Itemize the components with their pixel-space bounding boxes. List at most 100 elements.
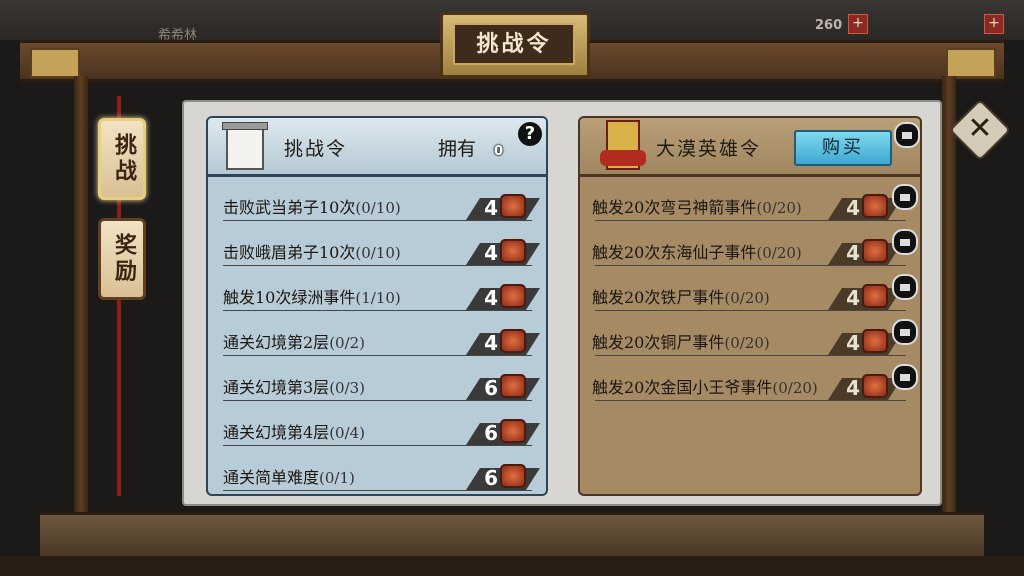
- challenge-panel-title: 挑战令: [284, 138, 348, 160]
- tab-challenge[interactable]: 挑战: [98, 118, 146, 200]
- reward-amount: 4: [846, 331, 860, 355]
- drum-icon: [862, 194, 888, 218]
- reward-amount: 6: [484, 421, 498, 445]
- task-divider: [223, 490, 532, 491]
- task-text: 触发20次东海仙子事件(0/20): [592, 239, 802, 263]
- drum-icon: [500, 464, 526, 488]
- reward-amount: 6: [484, 466, 498, 490]
- bottom-beam: [40, 512, 984, 559]
- bottom-rail: [0, 556, 1024, 576]
- task-progress: (0/2): [329, 334, 366, 352]
- title-plaque: 挑战令: [440, 12, 590, 78]
- task-row: 通关简单难度(0/1) 6: [208, 450, 546, 494]
- task-text: 触发20次铁尸事件(0/20): [592, 284, 770, 308]
- task-progress: (0/10): [355, 244, 401, 262]
- task-text: 触发10次绿洲事件(1/10): [223, 284, 401, 308]
- add-gold-icon[interactable]: +: [984, 14, 1004, 34]
- task-name: 击败峨眉弟子10次: [223, 243, 356, 262]
- reward-amount: 4: [484, 196, 498, 220]
- task-name: 通关幻境第2层: [223, 333, 330, 352]
- lock-icon: [892, 319, 918, 345]
- tab-reward-label: 奖励: [111, 233, 137, 285]
- task-name: 触发20次铁尸事件: [592, 288, 725, 307]
- drum-icon: [500, 329, 526, 353]
- owned-count: 0: [494, 144, 504, 159]
- task-progress: (0/10): [355, 199, 401, 217]
- task-name: 通关幻境第3层: [223, 378, 330, 397]
- frame-post-right: [942, 76, 956, 512]
- drum-icon: [500, 374, 526, 398]
- task-progress: (1/10): [355, 289, 401, 307]
- hero-task-list: 触发20次弯弓神箭事件(0/20) 4 触发20次东海仙子事件(0/20) 4 触发20…: [580, 180, 920, 405]
- task-row: 触发20次弯弓神箭事件(0/20) 4: [580, 180, 920, 225]
- task-row: 通关幻境第3层(0/3) 6: [208, 360, 546, 405]
- task-row: 击败峨眉弟子10次(0/10) 4: [208, 225, 546, 270]
- task-divider: [595, 265, 906, 266]
- hero-panel-title: 大漠英雄令: [656, 138, 762, 160]
- task-text: 击败武当弟子10次(0/10): [223, 194, 401, 218]
- reward-amount: 6: [484, 376, 498, 400]
- task-name: 触发10次绿洲事件: [223, 288, 356, 307]
- reward-amount: 4: [846, 286, 860, 310]
- drum-icon: [862, 239, 888, 263]
- reward-amount: 4: [846, 196, 860, 220]
- task-name: 触发20次金国小王爷事件: [592, 378, 773, 397]
- add-coins-icon[interactable]: +: [848, 14, 868, 34]
- task-row: 触发10次绿洲事件(1/10) 4: [208, 270, 546, 315]
- task-divider: [223, 310, 532, 311]
- task-row: 击败武当弟子10次(0/10) 4: [208, 180, 546, 225]
- task-text: 通关简单难度(0/1): [223, 464, 355, 488]
- task-text: 通关幻境第3层(0/3): [223, 374, 365, 398]
- beam-ornament-left: [30, 48, 80, 78]
- hero-panel-header: 大漠英雄令 购买: [580, 118, 920, 177]
- lock-icon: [892, 184, 918, 210]
- drum-icon: [500, 194, 526, 218]
- task-text: 击败峨眉弟子10次(0/10): [223, 239, 401, 263]
- drum-icon: [500, 419, 526, 443]
- task-name: 触发20次弯弓神箭事件: [592, 198, 757, 217]
- reward-amount: 4: [846, 376, 860, 400]
- task-text: 通关幻境第2层(0/2): [223, 329, 365, 353]
- task-name: 触发20次东海仙子事件: [592, 243, 757, 262]
- task-progress: (0/20): [756, 244, 802, 262]
- lock-icon: [892, 364, 918, 390]
- task-progress: (0/3): [329, 379, 366, 397]
- hero-token-icon: [600, 120, 646, 170]
- hero-panel: 大漠英雄令 购买 触发20次弯弓神箭事件(0/20) 4 触发20次东海仙子事件(0…: [578, 116, 922, 496]
- task-divider: [595, 400, 906, 401]
- buy-button[interactable]: 购买: [794, 130, 892, 166]
- owned-label: 拥有: [438, 138, 477, 160]
- lock-icon: [892, 274, 918, 300]
- task-divider: [223, 400, 532, 401]
- help-icon[interactable]: ?: [518, 122, 542, 146]
- lock-icon: [894, 122, 920, 148]
- task-progress: (0/20): [724, 334, 770, 352]
- task-divider: [223, 355, 532, 356]
- coin-count: 260: [815, 18, 843, 33]
- drum-icon: [862, 374, 888, 398]
- task-text: 触发20次弯弓神箭事件(0/20): [592, 194, 802, 218]
- task-progress: (0/1): [319, 469, 355, 487]
- drum-icon: [862, 329, 888, 353]
- task-divider: [595, 355, 906, 356]
- lock-icon: [892, 229, 918, 255]
- task-divider: [223, 265, 532, 266]
- task-row: 通关幻境第4层(0/4) 6: [208, 405, 546, 450]
- close-button[interactable]: ✕: [948, 98, 1012, 162]
- challenge-task-list: 击败武当弟子10次(0/10) 4 击败峨眉弟子10次(0/10) 4 触发10次绿洲事…: [208, 180, 546, 494]
- beam-ornament-right: [946, 48, 996, 78]
- reward-amount: 4: [484, 331, 498, 355]
- task-progress: (0/20): [756, 199, 802, 217]
- tab-reward[interactable]: 奖励: [98, 218, 146, 300]
- tab-challenge-label: 挑战: [111, 133, 137, 185]
- challenge-panel: 挑战令 拥有 0 ? 击败武当弟子10次(0/10) 4 击败峨眉弟子10次(0/1…: [206, 116, 548, 496]
- reward-amount: 4: [484, 241, 498, 265]
- task-row: 触发20次铁尸事件(0/20) 4: [580, 270, 920, 315]
- task-name: 通关简单难度: [223, 468, 320, 487]
- challenge-panel-header: 挑战令 拥有 0 ?: [208, 118, 546, 177]
- task-progress: (0/20): [772, 379, 818, 397]
- task-name: 通关幻境第4层: [223, 423, 330, 442]
- task-name: 触发20次铜尸事件: [592, 333, 725, 352]
- scroll-icon: [222, 122, 268, 170]
- task-row: 触发20次铜尸事件(0/20) 4: [580, 315, 920, 360]
